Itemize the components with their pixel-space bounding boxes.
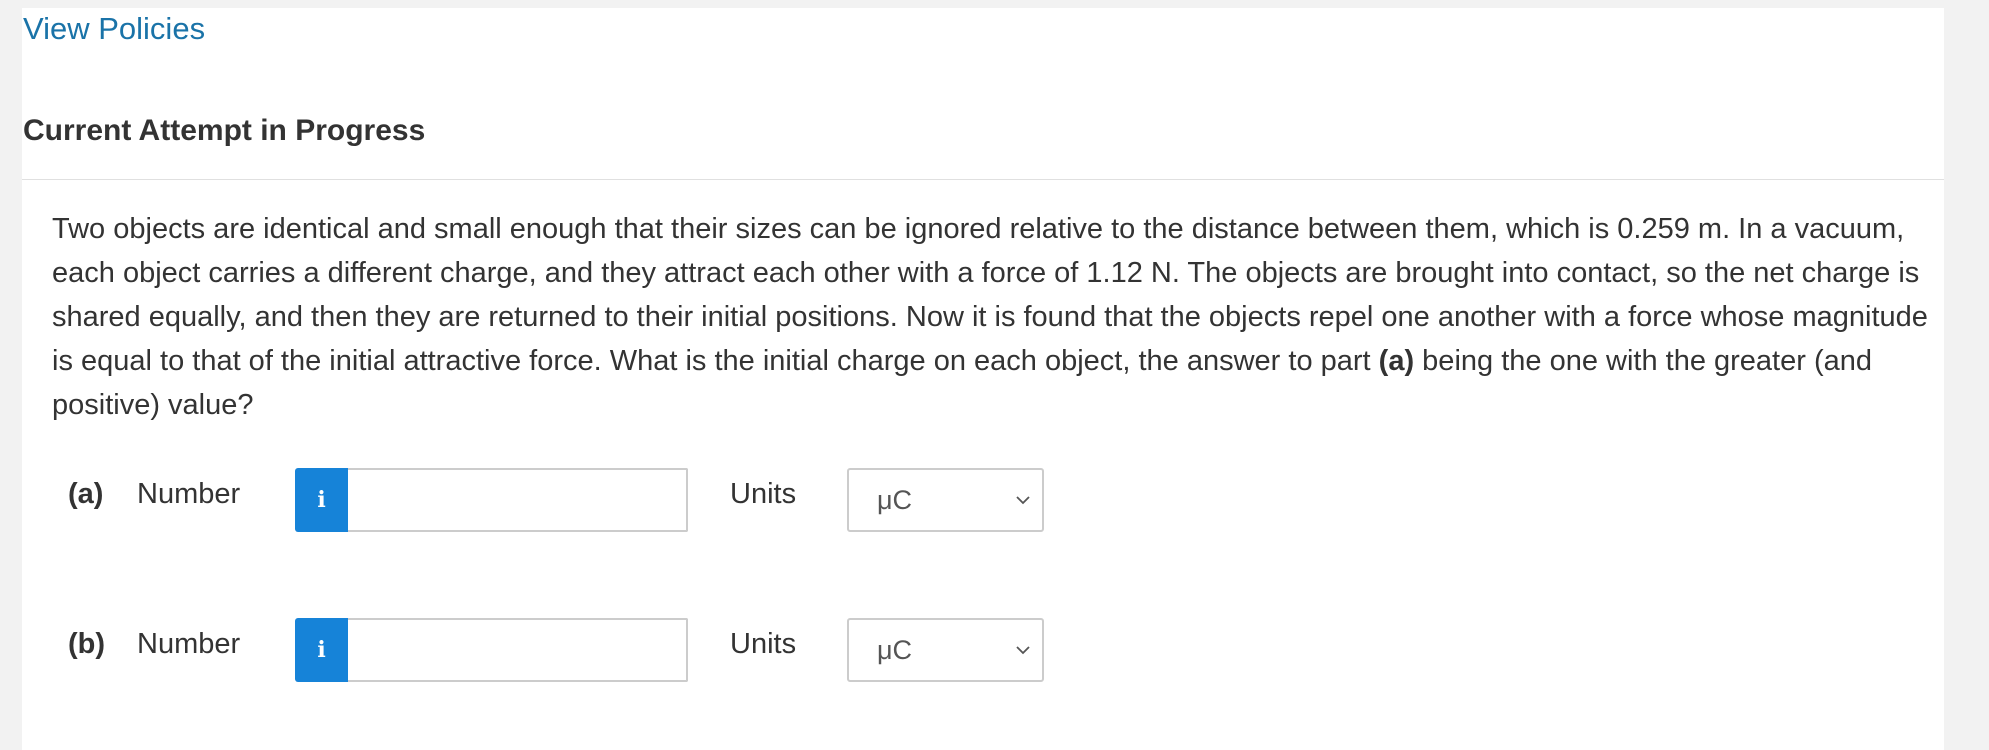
units-label-b: Units	[730, 628, 797, 660]
chevron-down-icon	[1016, 646, 1030, 655]
question-text: Two objects are identical and small enou…	[52, 207, 1932, 427]
units-select-a[interactable]: μC	[847, 468, 1044, 532]
units-selected-b: μC	[877, 635, 913, 665]
number-label-b: Number	[137, 628, 241, 660]
question-part-a-ref: (a)	[1378, 345, 1415, 377]
number-input-a[interactable]	[348, 468, 688, 532]
question-panel: View Policies Current Attempt in Progres…	[22, 8, 1944, 750]
number-input-b[interactable]	[348, 618, 688, 682]
units-select-b[interactable]: μC	[847, 618, 1044, 682]
divider	[22, 179, 1944, 180]
info-icon[interactable]: i	[295, 468, 348, 532]
answer-row-b: (b) Number i Units μC	[22, 611, 1122, 682]
view-policies-link[interactable]: View Policies	[23, 11, 205, 47]
chevron-down-icon	[1016, 496, 1030, 505]
attempt-heading: Current Attempt in Progress	[23, 114, 426, 147]
units-selected-a: μC	[877, 485, 913, 515]
part-label-a: (a)	[68, 478, 104, 510]
number-label-a: Number	[137, 478, 241, 510]
answer-row-a: (a) Number i Units μC	[22, 461, 1122, 532]
units-label-a: Units	[730, 478, 797, 510]
info-icon[interactable]: i	[295, 618, 348, 682]
part-label-b: (b)	[68, 628, 106, 660]
